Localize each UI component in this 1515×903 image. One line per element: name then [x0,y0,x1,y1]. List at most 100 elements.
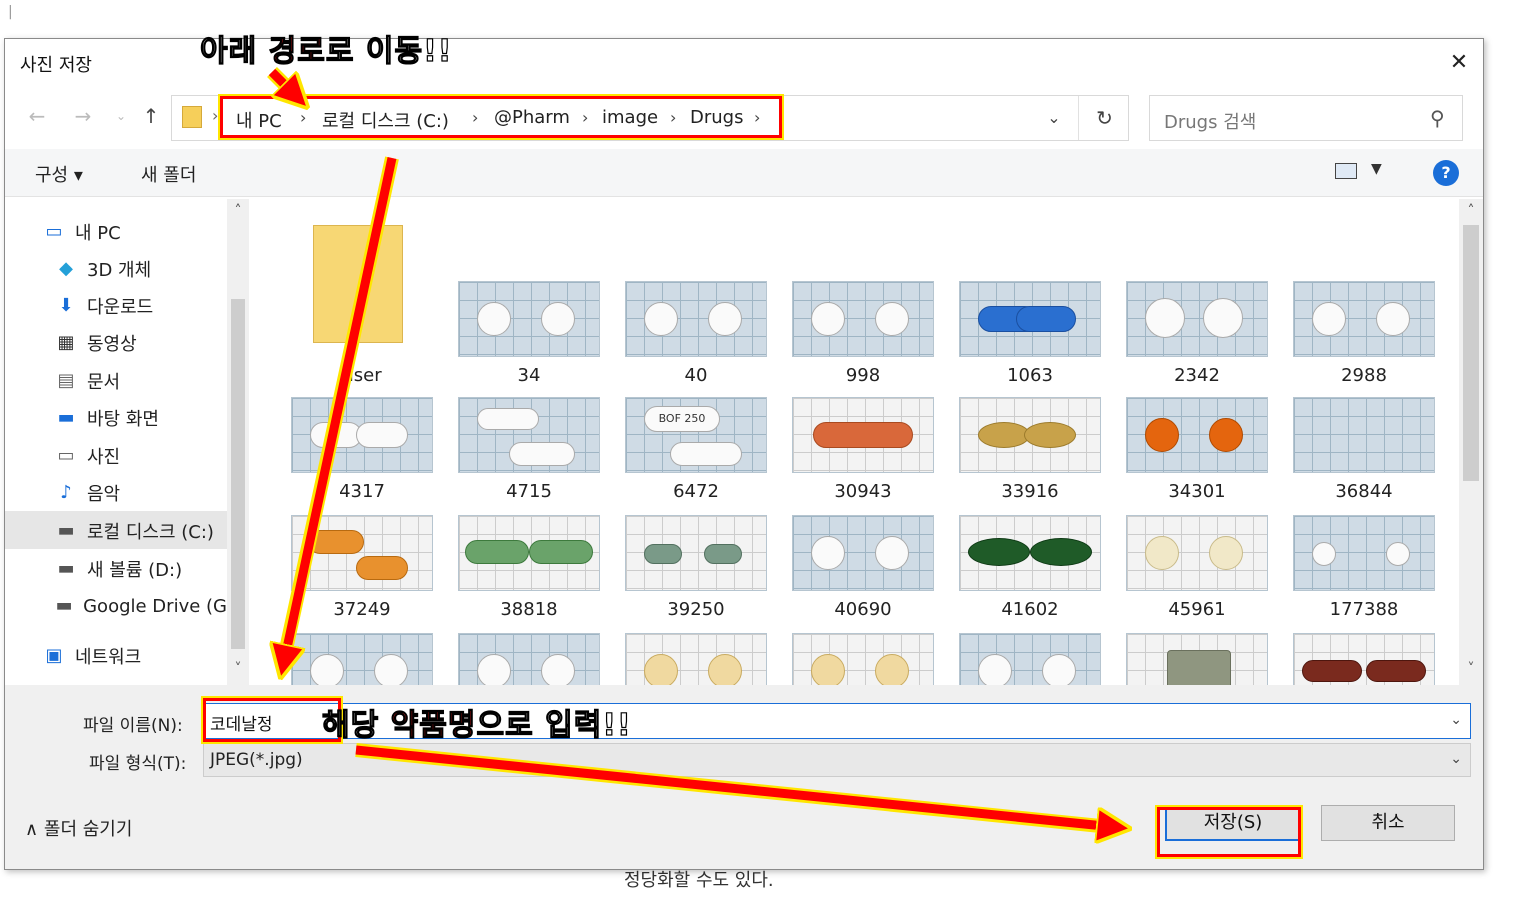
search-input[interactable]: Drugs 검색 [1164,108,1256,134]
nav-item-pictures[interactable]: ▭ 사진 [55,439,120,473]
nav-item-network[interactable]: ▣ 네트워크 [43,639,141,673]
navigation-pane: ▭ 내 PC ◆ 3D 개체 ⬇ 다운로드 ▦ 동영상 ▤ 문서 ▬ 바탕 화면 ▭ 사진 ♪… [5,199,249,685]
pill-thumbnail [625,633,767,685]
file-item[interactable]: 40690 [790,515,936,625]
pill-shape [644,544,682,564]
file-list-scrollbar-thumb[interactable] [1463,225,1479,481]
file-item[interactable]: 1063 [957,281,1103,391]
file-item[interactable]: 40 [623,281,769,391]
file-item[interactable] [790,633,936,685]
nav-item-music[interactable]: ♪ 음악 [55,476,120,510]
folder-item[interactable]: user [289,215,435,401]
back-button[interactable]: ← [25,103,49,129]
file-item[interactable]: 45961 [1124,515,1270,625]
view-options-icon[interactable] [1335,163,1357,179]
file-item[interactable] [456,633,602,685]
file-item[interactable]: 38818 [456,515,602,625]
pill-thumbnail [959,397,1101,473]
nav-item-this-pc[interactable]: ▭ 내 PC [43,215,120,249]
refresh-button[interactable]: ↻ [1078,96,1130,140]
file-item[interactable]: 37249 [289,515,435,625]
pill-shape [1145,298,1185,338]
file-caption: 39250 [667,599,725,620]
annotation-text: 아래 [199,33,269,69]
file-caption: 38818 [500,599,558,620]
pill-shape [875,302,909,336]
chevron-down-icon[interactable]: ˅ [227,661,249,677]
pill-thumbnail [1293,281,1435,357]
file-list-scrollbar[interactable]: ˄ ˅ [1459,199,1483,685]
nav-item-google-drive[interactable]: ▬ Google Drive (G [55,589,227,623]
nav-item-new-volume[interactable]: ▬ 새 볼륨 (D:) [55,552,182,586]
pill-shape [374,654,408,685]
address-dropdown-button[interactable]: ⌄ [1040,104,1068,132]
file-item[interactable]: 39250 [623,515,769,625]
pill-thumbnail [291,515,433,591]
nav-scrollbar-thumb[interactable] [231,299,245,649]
up-button[interactable]: ↑ [139,103,163,129]
file-item[interactable]: 36844 [1291,397,1437,507]
file-item[interactable]: 33916 [957,397,1103,507]
nav-item-local-disk[interactable]: ▬ 로컬 디스크 (C:) [55,514,227,548]
nav-item-label: 문서 [87,372,121,393]
file-item[interactable]: 2988 [1291,281,1437,391]
chevron-up-icon[interactable]: ˄ [1459,203,1483,219]
pill-shape [310,654,344,685]
pill-shape [1030,538,1092,566]
pill-shape [875,654,909,685]
chevron-up-icon[interactable]: ˄ [227,203,249,219]
search-box[interactable]: Drugs 검색 ⚲ [1149,95,1463,141]
file-item[interactable]: 177388 [1291,515,1437,625]
file-item[interactable]: 34301 [1124,397,1270,507]
nav-item-desktop[interactable]: ▬ 바탕 화면 [55,401,158,435]
file-item[interactable]: 34 [456,281,602,391]
new-folder-button[interactable]: 새 폴더 [141,161,196,187]
pill-shape [1209,536,1243,570]
file-item[interactable] [1124,633,1270,685]
film-icon: ▦ [57,332,75,353]
download-icon: ⬇ [58,295,74,316]
organize-button[interactable]: 구성 ▾ [35,161,83,187]
chevron-down-icon[interactable]: ⌄ [1450,712,1462,728]
help-icon[interactable]: ? [1433,160,1459,186]
file-item[interactable]: 2342 [1124,281,1270,391]
chevron-down-icon[interactable]: ⌄ [1450,751,1462,767]
forward-button[interactable]: → [71,103,95,129]
arrow-left-icon: ← [28,104,46,128]
annotation-name-note: 해당 약품명으로 입력!! [321,700,632,744]
chevron-down-icon[interactable]: ˅ [1459,661,1483,677]
nav-item-label: 동영상 [87,334,137,355]
pill-shape [1203,298,1243,338]
filetype-select[interactable]: JPEG(*.jpg) ⌄ [203,743,1471,777]
file-item[interactable]: 4715 [456,397,602,507]
nav-scrollbar[interactable]: ˄ ˅ [227,199,249,685]
pill-shape [541,302,575,336]
file-item[interactable]: 4317 [289,397,435,507]
pill-thumbnail [1126,515,1268,591]
file-caption: 30943 [834,481,892,502]
file-item[interactable] [289,633,435,685]
search-icon: ⚲ [1430,106,1445,130]
hide-folders-button[interactable]: ∧ 폴더 숨기기 [25,815,132,841]
file-item[interactable] [957,633,1103,685]
view-dropdown-button[interactable]: ▼ [1371,161,1382,177]
file-item[interactable]: 30943 [790,397,936,507]
nav-item-3d-objects[interactable]: ◆ 3D 개체 [55,252,151,286]
pill-shape [670,442,742,466]
recent-dropdown[interactable]: ⌄ [109,103,133,129]
file-item[interactable] [623,633,769,685]
nav-item-documents[interactable]: ▤ 문서 [55,364,120,398]
file-caption: 36844 [1335,481,1393,502]
pill-shape [704,544,742,564]
file-item[interactable]: 998 [790,281,936,391]
file-item[interactable]: BOF 250 6472 [623,397,769,507]
file-item[interactable]: 41602 [957,515,1103,625]
network-icon: ▣ [45,645,63,666]
cancel-button[interactable]: 취소 [1321,805,1455,841]
close-button[interactable]: ✕ [1445,49,1473,77]
pill-thumbnail [792,281,934,357]
pill-shape [1145,536,1179,570]
nav-item-videos[interactable]: ▦ 동영상 [55,326,137,360]
file-item[interactable] [1291,633,1437,685]
nav-item-downloads[interactable]: ⬇ 다운로드 [55,289,153,323]
